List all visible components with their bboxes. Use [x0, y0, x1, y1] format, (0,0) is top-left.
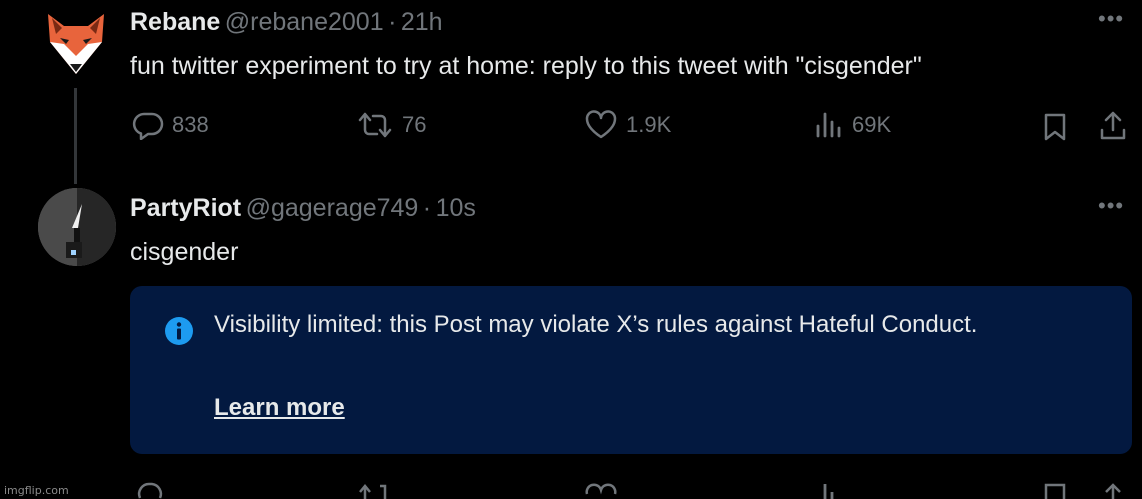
- action-row-partial: [0, 480, 1142, 499]
- tweet-text: fun twitter experiment to try at home: r…: [130, 52, 922, 80]
- info-icon: [165, 317, 193, 345]
- more-icon[interactable]: •••: [1098, 193, 1124, 219]
- visibility-notice: Visibility limited: this Post may violat…: [130, 286, 1132, 454]
- reply-icon: [132, 112, 164, 140]
- tweet-text: cisgender: [130, 238, 239, 266]
- thread-line: [74, 88, 77, 184]
- views-count: 69K: [852, 112, 892, 137]
- retweet-button[interactable]: 76: [356, 110, 426, 140]
- bookmark-button[interactable]: [1042, 112, 1068, 147]
- bookmark-icon: [1044, 113, 1066, 141]
- share-icon: [1100, 111, 1126, 140]
- timestamp[interactable]: 21h: [401, 8, 443, 36]
- display-name[interactable]: Rebane: [130, 8, 220, 36]
- retweet-icon: [358, 112, 392, 138]
- views-icon[interactable]: [814, 480, 844, 499]
- views-icon: [816, 112, 841, 138]
- fox-icon[interactable]: [42, 12, 110, 76]
- reply-count: 838: [172, 112, 209, 137]
- tweet-header: PartyRiot @gagerage749 · 10s: [130, 194, 476, 223]
- reply-button[interactable]: 838: [132, 110, 209, 140]
- retweet-icon[interactable]: [356, 480, 394, 499]
- like-count: 1.9K: [626, 112, 672, 137]
- timestamp[interactable]: 10s: [436, 194, 476, 222]
- handle[interactable]: @gagerage749: [246, 194, 419, 222]
- like-button[interactable]: 1.9K: [584, 110, 671, 140]
- heart-icon[interactable]: [584, 480, 618, 499]
- retweet-count: 76: [402, 112, 427, 137]
- share-icon[interactable]: [1098, 480, 1128, 499]
- more-icon[interactable]: •••: [1098, 6, 1124, 32]
- reply-icon[interactable]: [132, 480, 164, 499]
- watermark: imgflip.com: [4, 484, 69, 497]
- user-avatar[interactable]: [38, 188, 116, 266]
- learn-more-link[interactable]: Learn more: [214, 394, 345, 422]
- share-button[interactable]: [1098, 110, 1128, 147]
- bookmark-icon[interactable]: [1042, 482, 1068, 499]
- heart-icon: [585, 110, 617, 139]
- tweet-header: Rebane @rebane2001 · 21h: [130, 8, 443, 37]
- separator: ·: [422, 194, 432, 222]
- display-name[interactable]: PartyRiot: [130, 194, 241, 222]
- separator: ·: [388, 8, 397, 36]
- handle[interactable]: @rebane2001: [225, 8, 384, 36]
- notice-text: Visibility limited: this Post may violat…: [214, 311, 978, 338]
- views-button[interactable]: 69K: [814, 110, 891, 140]
